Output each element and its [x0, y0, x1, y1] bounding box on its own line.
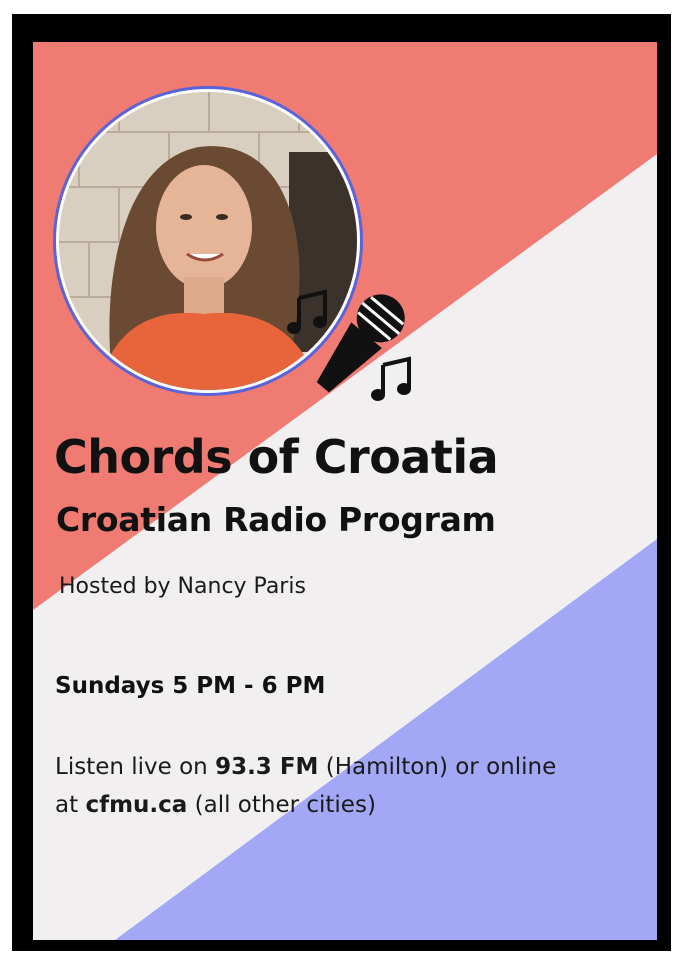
- website-prefix: at: [55, 792, 86, 818]
- listen-suffix: (Hamilton) or online: [318, 754, 557, 780]
- listen-info: Listen live on 93.3 FM (Hamilton) or onl…: [55, 748, 655, 824]
- host-line: Hosted by Nancy Paris: [59, 574, 306, 599]
- listen-prefix: Listen live on: [55, 754, 216, 780]
- poster-title: Chords of Croatia: [54, 430, 499, 484]
- schedule-line: Sundays 5 PM - 6 PM: [55, 673, 326, 699]
- frequency: 93.3 FM: [215, 754, 319, 780]
- music-note-icon: [287, 289, 327, 334]
- website-suffix: (all other cities): [187, 792, 376, 818]
- poster-subtitle: Croatian Radio Program: [56, 500, 496, 539]
- music-note-icon: [371, 356, 411, 401]
- poster-frame: Chords of Croatia Croatian Radio Program…: [12, 14, 671, 951]
- website-link: cfmu.ca: [85, 792, 188, 818]
- poster-canvas: Chords of Croatia Croatian Radio Program…: [33, 42, 657, 940]
